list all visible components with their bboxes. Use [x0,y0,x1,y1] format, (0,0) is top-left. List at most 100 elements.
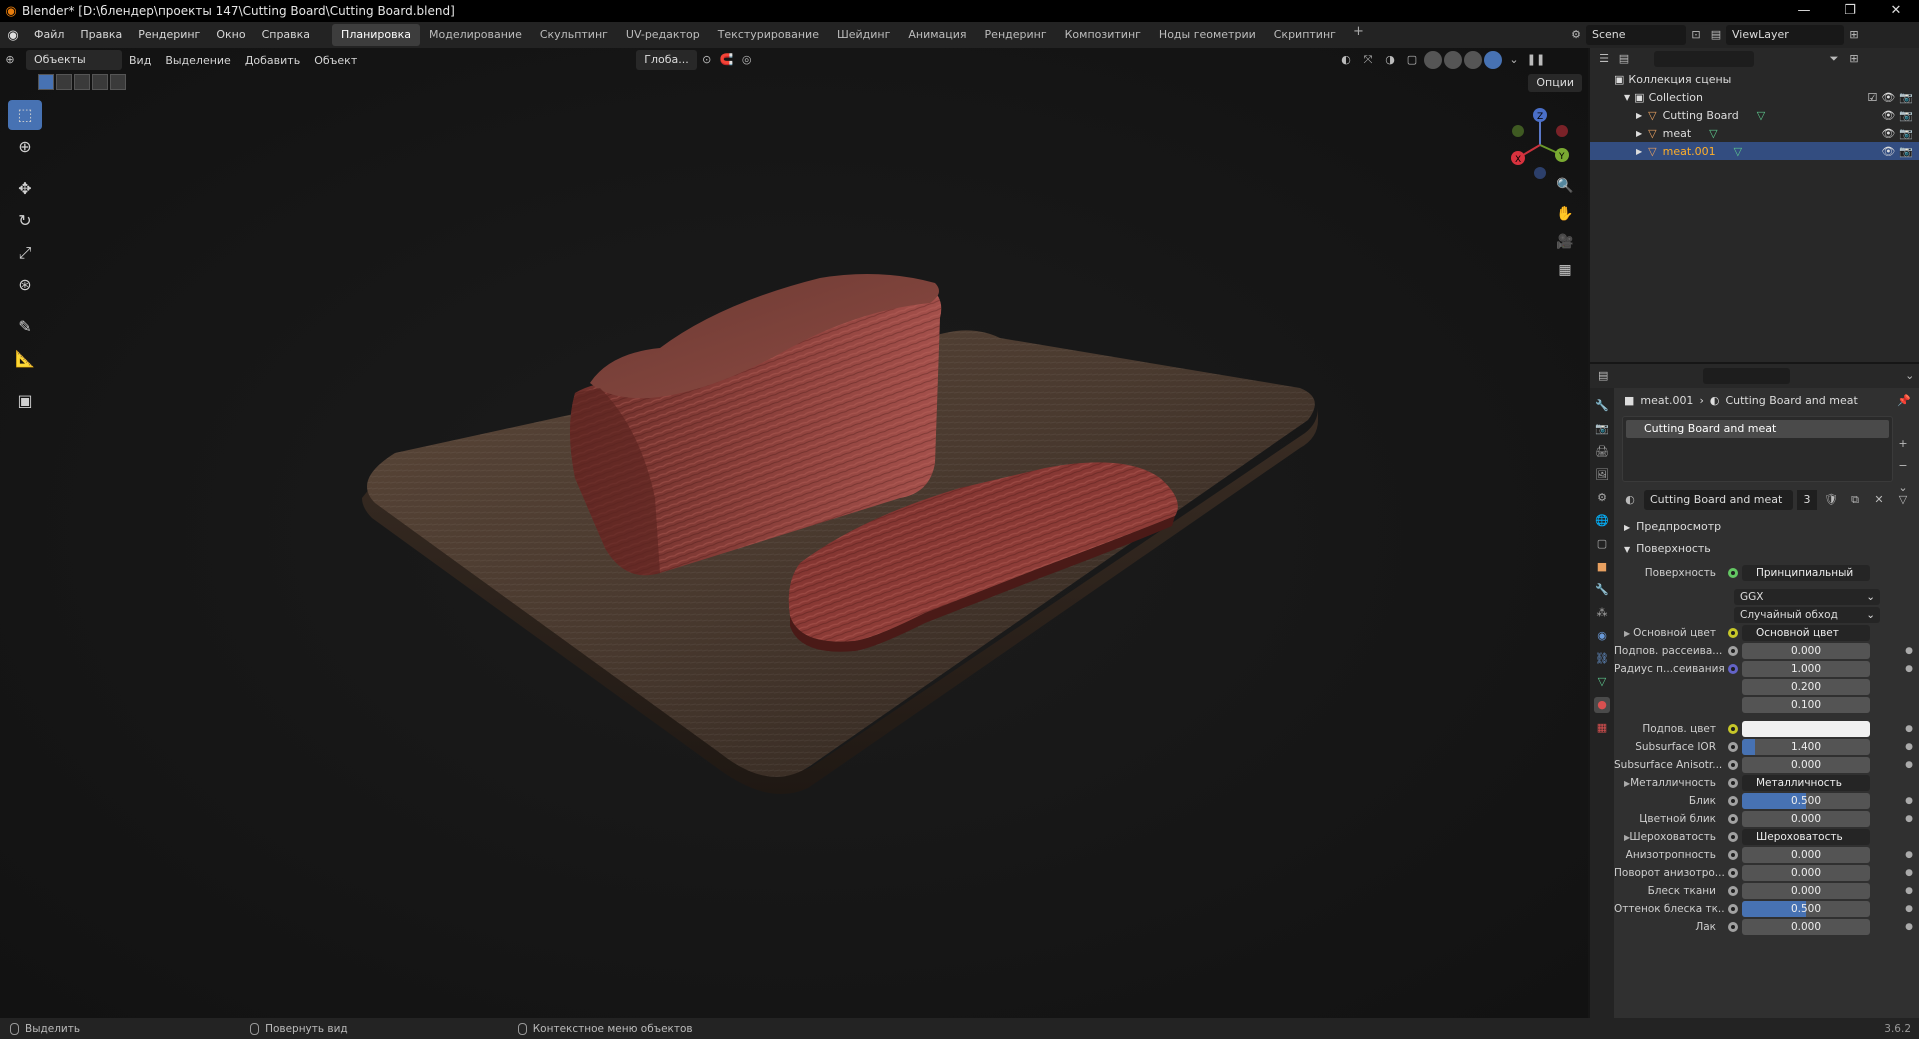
float-socket-icon[interactable] [1728,922,1738,932]
float-socket-icon[interactable] [1728,886,1738,896]
menu-window[interactable]: Окно [208,22,253,48]
scene-collection-row[interactable]: ▣ Коллекция сцены [1590,70,1919,88]
sheen-field[interactable]: 0.000 [1742,883,1870,899]
keyframe-dot-icon[interactable]: ● [1905,886,1913,896]
tab-texture-paint[interactable]: Текстурирование [709,24,828,46]
world-tab-icon[interactable]: 🌐 [1594,513,1610,529]
expand-arrow-icon[interactable]: ▶ [1624,779,1630,788]
subsurface-ior-slider[interactable]: 1.400 [1742,739,1870,755]
keyframe-dot-icon[interactable]: ● [1905,742,1913,752]
float-socket-icon[interactable] [1728,742,1738,752]
subsurface-radius-y-field[interactable]: 0.200 [1742,679,1870,695]
pivot-point-icon[interactable]: ⊙ [697,50,717,70]
scene-name-field[interactable]: Scene [1586,25,1686,45]
add-slot-button[interactable]: + [1893,434,1913,454]
camera-icon[interactable]: 📷 [1899,91,1913,104]
gizmo-toggle-icon[interactable]: ⤧ [1358,50,1378,70]
subsurface-field[interactable]: 0.000 [1742,643,1870,659]
select-invert-button[interactable] [92,74,108,90]
fake-user-icon[interactable]: 🛡 [1821,490,1841,510]
mesh-data-icon[interactable]: ▽ [1734,145,1742,158]
float-socket-icon[interactable] [1728,760,1738,770]
keyframe-dot-icon[interactable]: ● [1905,724,1913,734]
solid-shading-button[interactable] [1444,51,1462,69]
outliner-item-meat-001[interactable]: ▶ ▽ meat.001 ▽ 👁 📷 [1590,142,1919,160]
add-cube-tool-icon[interactable]: ▣ [8,386,42,416]
roughness-field[interactable]: Шероховатость [1742,829,1870,845]
subsurface-anisotropy-field[interactable]: 0.000 [1742,757,1870,773]
view-layer-field[interactable]: ViewLayer [1726,25,1844,45]
tab-rendering[interactable]: Рендеринг [976,24,1056,46]
specular-slider[interactable]: 0.500 [1742,793,1870,809]
close-button[interactable]: ✕ [1873,0,1919,22]
outliner-item-cutting-board[interactable]: ▶ ▽ Cutting Board ▽ 👁 📷 [1590,106,1919,124]
keyframe-dot-icon[interactable]: ● [1905,904,1913,914]
tab-uv-editing[interactable]: UV-редактор [617,24,709,46]
pin-icon[interactable]: 📌 [1897,394,1911,407]
browse-material-icon[interactable]: ◐ [1620,490,1640,510]
menu-render[interactable]: Рендеринг [130,22,208,48]
menu-add[interactable]: Добавить [238,54,307,67]
float-socket-icon[interactable] [1728,796,1738,806]
camera-icon[interactable]: 📷 [1899,127,1913,140]
mode-dropdown[interactable]: Объекты [26,50,122,70]
base-color-field[interactable]: Основной цвет [1742,625,1870,641]
surface-panel-header[interactable]: ▼ Поверхность [1614,538,1919,560]
float-socket-icon[interactable] [1728,814,1738,824]
duplicate-material-icon[interactable]: ⧉ [1845,490,1865,510]
float-socket-icon[interactable] [1728,904,1738,914]
snap-icon[interactable]: 🧲 [717,50,737,70]
select-extend-button[interactable] [56,74,72,90]
shading-options-icon[interactable]: ⌄ [1504,50,1524,70]
output-tab-icon[interactable]: 🖨 [1594,444,1610,460]
keyframe-dot-icon[interactable]: ● [1905,646,1913,656]
float-socket-icon[interactable] [1728,850,1738,860]
pan-hand-icon[interactable]: ✋ [1554,206,1576,226]
keyframe-dot-icon[interactable]: ● [1905,760,1913,770]
constraints-tab-icon[interactable]: ⛓ [1594,651,1610,667]
properties-editor-icon[interactable]: ▤ [1594,366,1613,386]
menu-edit[interactable]: Правка [72,22,130,48]
camera-icon[interactable]: 📷 [1899,109,1913,122]
minimize-button[interactable]: — [1781,0,1827,22]
select-box-tool-icon[interactable]: ⬚ [8,100,42,130]
material-preview-button[interactable] [1464,51,1482,69]
data-tab-icon[interactable]: ▽ [1594,674,1610,690]
view-layer-tab-icon[interactable]: 🖼 [1594,467,1610,483]
slot-menu-icon[interactable]: ⌄ [1893,478,1913,498]
float-socket-icon[interactable] [1728,832,1738,842]
keyframe-dot-icon[interactable]: ● [1905,850,1913,860]
xray-icon[interactable]: ▢ [1402,50,1422,70]
keyframe-dot-icon[interactable]: ● [1905,664,1913,674]
view-layer-icon[interactable]: ▤ [1706,25,1726,45]
expand-arrow-icon[interactable]: ▶ [1624,833,1630,842]
maximize-button[interactable]: ❐ [1827,0,1873,22]
color-socket-icon[interactable] [1728,724,1738,734]
select-new-button[interactable] [38,74,54,90]
subsurface-radius-x-field[interactable]: 1.000 [1742,661,1870,677]
display-mode-icon[interactable]: ▤ [1614,49,1634,69]
tab-sculpting[interactable]: Скульптинг [531,24,617,46]
scene-icon[interactable]: ⚙ [1566,25,1586,45]
particles-tab-icon[interactable]: ⁂ [1594,605,1610,621]
material-name-field[interactable]: Cutting Board and meat [1644,490,1793,510]
camera-icon[interactable]: 📷 [1899,145,1913,158]
collection-row[interactable]: ▼ ▣ Collection ☑ 👁 📷 [1590,88,1919,106]
physics-tab-icon[interactable]: ◉ [1594,628,1610,644]
menu-object[interactable]: Объект [307,54,364,67]
view-layer-add-icon[interactable]: ⊞ [1844,25,1864,45]
material-slot-item[interactable]: Cutting Board and meat [1626,420,1889,438]
render-tab-icon[interactable]: 📷 [1594,421,1610,437]
mesh-data-icon[interactable]: ▽ [1709,127,1717,140]
eye-icon[interactable]: 👁 [1881,91,1895,104]
tab-compositing[interactable]: Композитинг [1056,24,1150,46]
material-slot-list[interactable]: Cutting Board and meat [1622,416,1893,482]
eye-icon[interactable]: 👁 [1881,127,1895,140]
camera-view-icon[interactable]: 🎥 [1554,234,1576,254]
eye-icon[interactable]: 👁 [1881,145,1895,158]
tab-geometry-nodes[interactable]: Ноды геометрии [1150,24,1265,46]
menu-help[interactable]: Справка [254,22,318,48]
material-tab-icon[interactable]: ● [1594,697,1610,713]
menu-select[interactable]: Выделение [158,54,238,67]
scene-pin-icon[interactable]: ⊡ [1686,25,1706,45]
